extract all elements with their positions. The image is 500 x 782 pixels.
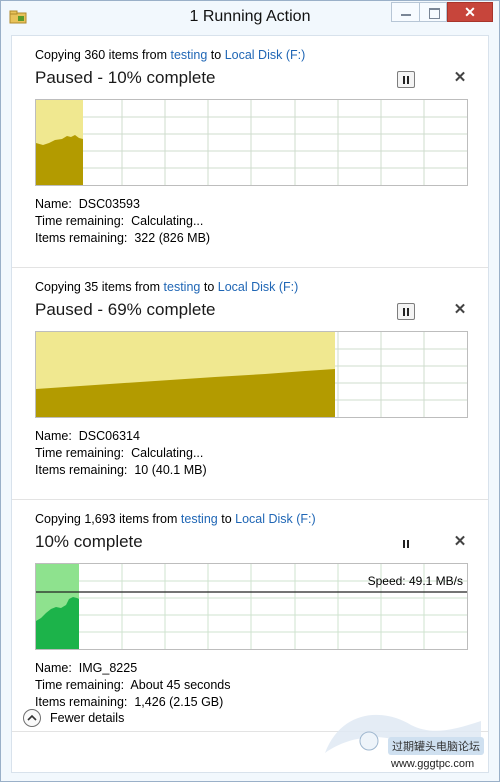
pause-button[interactable] [397, 535, 415, 552]
time-remaining-row: Time remaining: About 45 seconds [35, 678, 231, 692]
source-link[interactable]: testing [181, 512, 218, 526]
header-mid: to [217, 512, 236, 526]
items-remaining: 10 (40.1 MB) [134, 463, 207, 477]
pause-icon [403, 308, 405, 316]
progress-graph: Speed: 49.1 MB/s [35, 563, 468, 650]
watermark-url: www.gggtpc.com [391, 758, 475, 770]
header-prefix: Copying 1,693 items from [35, 512, 181, 526]
cancel-button[interactable]: ✕ [452, 69, 468, 87]
status-text: Paused - 69% complete [35, 300, 216, 319]
header-prefix: Copying 360 items from [35, 48, 171, 62]
copy-operation-1: Copying 360 items from testing to Local … [12, 36, 488, 267]
minimize-button[interactable] [391, 2, 419, 22]
cancel-button[interactable]: ✕ [452, 533, 468, 551]
destination-link[interactable]: Local Disk (F:) [218, 280, 299, 294]
operations-panel: Copying 360 items from testing to Local … [11, 35, 489, 773]
header-mid: to [200, 280, 218, 294]
resume-button[interactable] [397, 303, 415, 320]
operation-details: Name: DSC06314 Time remaining: Calculati… [35, 428, 207, 479]
close-button[interactable]: ✕ [447, 2, 493, 22]
chevron-up-icon [23, 709, 41, 727]
pause-icon [403, 540, 405, 548]
header-prefix: Copying 35 items from [35, 280, 164, 294]
file-name: IMG_8225 [78, 661, 138, 675]
operation-header: Copying 35 items from testing to Local D… [35, 280, 298, 294]
items-remaining-row: Items remaining: 10 (40.1 MB) [35, 463, 207, 477]
pause-icon [403, 76, 405, 84]
name-row: Name: DSC03593 [35, 197, 140, 211]
progress-graph [35, 99, 468, 186]
name-row: Name: DSC06314 [35, 429, 140, 443]
title-bar[interactable]: 1 Running Action ✕ [1, 1, 499, 35]
resume-button[interactable] [397, 71, 415, 88]
time-remaining-row: Time remaining: Calculating... [35, 214, 204, 228]
maximize-icon [429, 8, 440, 19]
copy-operation-3: Copying 1,693 items from testing to Loca… [12, 499, 488, 732]
items-remaining-row: Items remaining: 322 (826 MB) [35, 231, 211, 245]
source-link[interactable]: testing [170, 48, 207, 62]
items-remaining: 1,426 (2.15 GB) [134, 695, 224, 709]
cancel-button[interactable]: ✕ [452, 301, 468, 319]
time-remaining: About 45 seconds [130, 678, 231, 692]
items-remaining: 322 (826 MB) [134, 231, 211, 245]
maximize-button[interactable] [419, 2, 447, 22]
fewer-details-label: Fewer details [50, 711, 125, 725]
name-row: Name: IMG_8225 [35, 661, 138, 675]
close-icon: ✕ [464, 4, 476, 20]
status-text: 10% complete [35, 532, 143, 551]
watermark-text: 过期罐头电脑论坛 [388, 737, 484, 755]
time-remaining: Calculating... [131, 446, 204, 460]
progress-graph [35, 331, 468, 418]
time-remaining-row: Time remaining: Calculating... [35, 446, 204, 460]
header-mid: to [207, 48, 225, 62]
file-name: DSC06314 [78, 429, 140, 443]
operation-details: Name: DSC03593 Time remaining: Calculati… [35, 196, 210, 247]
items-remaining-row: Items remaining: 1,426 (2.15 GB) [35, 695, 224, 709]
destination-link[interactable]: Local Disk (F:) [235, 512, 316, 526]
operation-details: Name: IMG_8225 Time remaining: About 45 … [35, 660, 231, 711]
status-text: Paused - 10% complete [35, 68, 216, 87]
operation-header: Copying 360 items from testing to Local … [35, 48, 305, 62]
source-link[interactable]: testing [164, 280, 201, 294]
minimize-icon [401, 14, 411, 16]
file-operations-window: 1 Running Action ✕ Copying 360 items fro… [0, 0, 500, 782]
time-remaining: Calculating... [131, 214, 204, 228]
speed-readout: Speed: 49.1 MB/s [367, 574, 463, 588]
operation-header: Copying 1,693 items from testing to Loca… [35, 512, 316, 526]
destination-link[interactable]: Local Disk (F:) [225, 48, 306, 62]
file-name: DSC03593 [78, 197, 140, 211]
copy-operation-2: Copying 35 items from testing to Local D… [12, 267, 488, 500]
